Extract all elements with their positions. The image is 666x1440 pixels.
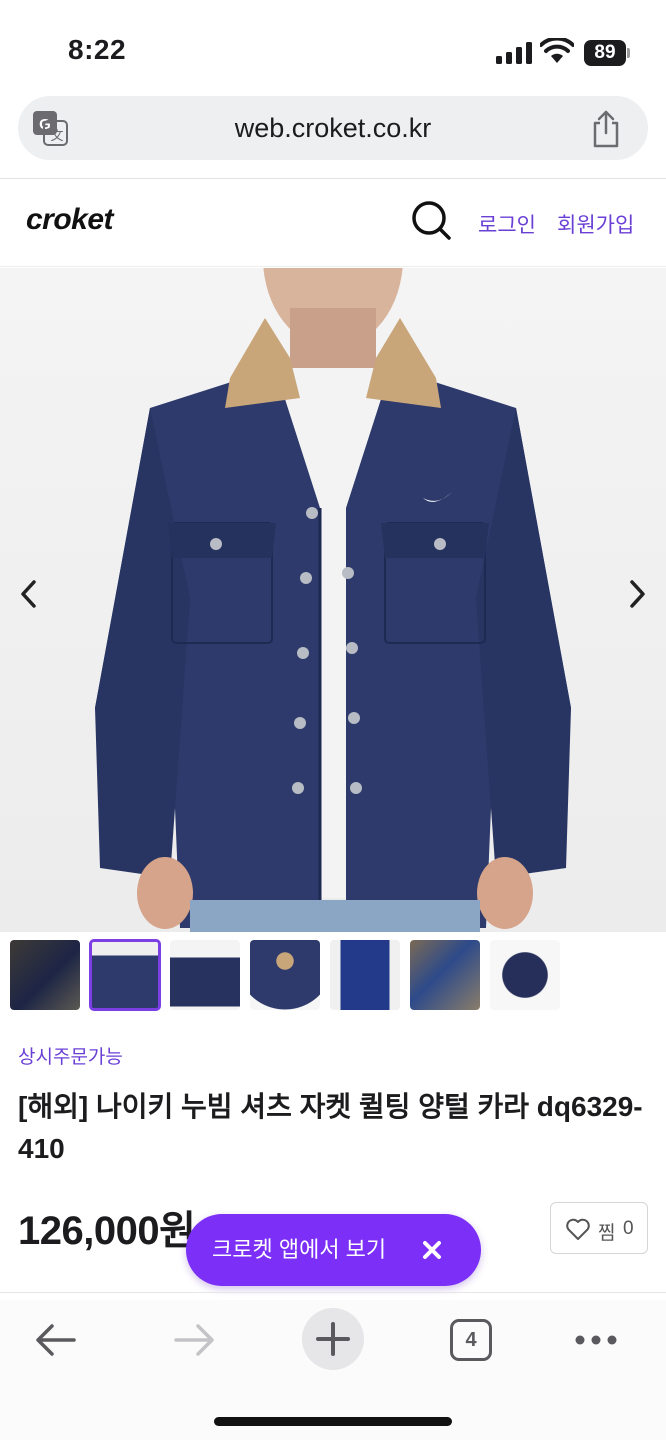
arrow-left-icon[interactable] <box>34 1322 78 1358</box>
arrow-right-icon[interactable] <box>172 1322 216 1358</box>
order-tag: 상시주문가능 <box>18 1047 123 1068</box>
open-app-banner[interactable]: 크로켓 앱에서 보기 <box>186 1214 481 1286</box>
address-bar[interactable]: G 文 web.croket.co.kr <box>18 96 648 160</box>
login-link[interactable]: 로그인 <box>478 209 536 239</box>
thumbnail-5[interactable] <box>330 940 400 1010</box>
thumbnail-strip <box>10 939 570 1012</box>
battery-level: 89 <box>584 40 626 66</box>
status-time: 8:22 <box>68 34 127 65</box>
thumbnail-1[interactable] <box>10 940 80 1010</box>
thumbnail-2[interactable] <box>89 939 161 1011</box>
share-icon[interactable] <box>590 110 622 148</box>
jacket-photo <box>95 268 571 932</box>
product-title: [해외] 나이키 누빔 셔츠 자켓 퀼팅 양털 카라 dq6329-410 <box>18 1091 643 1164</box>
wish-label: 찜 <box>598 1223 616 1244</box>
croket-logo[interactable]: croket <box>26 203 114 237</box>
product-price: 126,000원 <box>18 1209 196 1253</box>
url-text[interactable]: web.croket.co.kr <box>18 96 648 160</box>
divider <box>0 1292 666 1293</box>
more-icon[interactable] <box>574 1330 618 1350</box>
site-header: croket 로그인 회원가입 <box>0 179 666 267</box>
close-icon[interactable] <box>418 1236 446 1264</box>
cellular-signal-icon <box>496 42 532 64</box>
home-indicator <box>214 1417 452 1426</box>
battery-indicator: 89 <box>584 40 630 66</box>
open-app-label[interactable]: 크로켓 앱에서 보기 <box>212 1214 386 1286</box>
product-image[interactable] <box>0 268 666 932</box>
tabs-button[interactable]: 4 <box>450 1319 492 1361</box>
signup-link[interactable]: 회원가입 <box>557 209 634 239</box>
thumbnail-3[interactable] <box>170 940 240 1010</box>
wish-button[interactable]: 찜 0 <box>550 1202 648 1254</box>
wish-count: 0 <box>623 1218 634 1239</box>
chevron-left-icon[interactable] <box>14 578 44 610</box>
chevron-right-icon[interactable] <box>622 578 652 610</box>
wifi-icon <box>540 38 574 63</box>
search-icon[interactable] <box>410 199 452 241</box>
plus-icon <box>316 1322 350 1356</box>
battery-cap <box>627 48 630 58</box>
thumbnail-4[interactable] <box>250 940 320 1010</box>
thumbnail-6[interactable] <box>410 940 480 1010</box>
heart-icon <box>566 1218 590 1240</box>
new-tab-button[interactable] <box>302 1308 364 1370</box>
status-bar: 8:22 89 <box>0 0 666 100</box>
thumbnail-7[interactable] <box>490 940 560 1010</box>
